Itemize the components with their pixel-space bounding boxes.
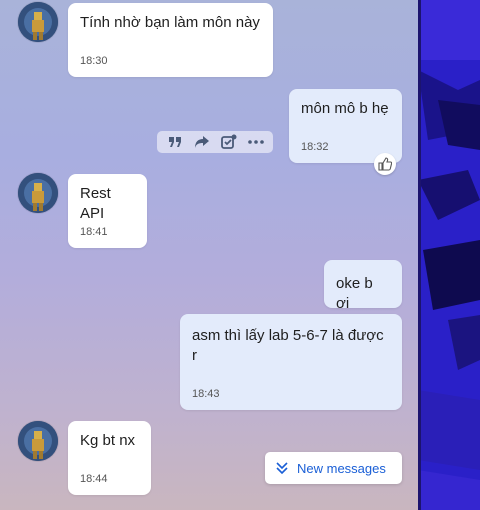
message-bubble-incoming[interactable]: Tính nhờ bạn làm môn này 18:30	[68, 3, 273, 77]
double-chevron-down-icon	[276, 462, 288, 475]
avatar-image	[18, 173, 58, 213]
more-icon[interactable]	[247, 133, 265, 151]
thumbs-up-icon	[378, 157, 392, 171]
avatar-image	[18, 421, 58, 461]
avatar[interactable]	[18, 173, 58, 213]
message-time: 18:32	[301, 141, 329, 153]
message-text: Kg bt nx	[80, 432, 136, 449]
forward-icon[interactable]	[193, 133, 211, 151]
message-text: Tính nhờ bạn làm môn này	[80, 14, 260, 31]
message-bubble-outgoing[interactable]: asm thì lấy lab 5-6-7 là được r 18:43	[180, 314, 402, 410]
avatar[interactable]	[18, 421, 58, 461]
avatar[interactable]	[18, 2, 58, 42]
message-text: môn mô b hẹ	[301, 100, 389, 117]
chat-pane: Tính nhờ bạn làm môn này 18:30 môn mô b …	[0, 0, 418, 510]
avatar-image	[18, 2, 58, 42]
message-time: 18:43	[192, 388, 220, 400]
message-bubble-incoming[interactable]: Rest API 18:41	[68, 174, 147, 248]
background-wallpaper	[418, 0, 480, 510]
new-messages-button[interactable]: New messages	[265, 452, 402, 484]
message-bubble-incoming[interactable]: Kg bt nx 18:44	[68, 421, 151, 495]
message-time: 18:44	[80, 473, 108, 485]
quote-icon[interactable]	[166, 133, 184, 151]
message-text: asm thì lấy lab 5-6-7 là được r	[192, 327, 384, 364]
edit-task-icon[interactable]	[220, 133, 238, 151]
message-text: oke b ơi	[336, 275, 377, 312]
message-time: 18:30	[80, 55, 108, 67]
reaction-badge[interactable]	[374, 153, 396, 175]
message-actions-toolbar	[157, 131, 273, 153]
message-bubble-outgoing[interactable]: oke b ơi	[324, 260, 402, 312]
wallpaper-art	[418, 0, 480, 510]
message-time: 18:41	[80, 226, 108, 238]
message-text: Rest API	[80, 185, 115, 222]
new-messages-label: New messages	[297, 460, 386, 476]
message-bubble-outgoing[interactable]: môn mô b hẹ 18:32	[289, 89, 402, 163]
